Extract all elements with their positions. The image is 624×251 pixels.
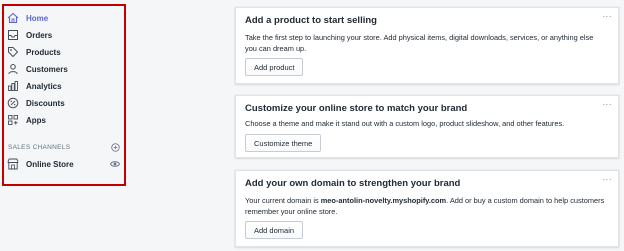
sidebar-item-label: Apps bbox=[26, 115, 46, 125]
card-description: Take the first step to launching your st… bbox=[245, 33, 594, 53]
card-description: Your current domain is meo-antolin-novel… bbox=[245, 195, 605, 217]
add-domain-card: Add your own domain to strengthen your b… bbox=[235, 170, 619, 247]
current-domain: meo-antolin-novelty.myshopify.com bbox=[320, 196, 447, 205]
sidebar-item-discounts[interactable]: Discounts bbox=[6, 95, 122, 111]
customize-store-card: Customize your online store to match you… bbox=[235, 95, 619, 158]
apps-icon bbox=[6, 113, 20, 127]
home-icon bbox=[6, 11, 20, 25]
sales-channels-title: SALES CHANNELS bbox=[8, 144, 71, 151]
sidebar-item-label: Discounts bbox=[26, 98, 65, 108]
orders-icon bbox=[6, 28, 20, 42]
add-product-button[interactable]: Add product bbox=[245, 58, 304, 76]
card-description: Choose a theme and make it stand out wit… bbox=[245, 119, 565, 128]
sidebar-item-orders[interactable]: Orders bbox=[6, 27, 122, 43]
add-product-card: Add a product to start selling ··· Take … bbox=[235, 7, 619, 84]
sidebar-item-online-store[interactable]: Online Store bbox=[6, 156, 122, 172]
discount-icon bbox=[6, 96, 20, 110]
sidebar-item-label: Customers bbox=[26, 64, 68, 74]
sidebar-item-products[interactable]: Products bbox=[6, 44, 122, 60]
more-options-icon[interactable]: ··· bbox=[603, 175, 613, 184]
more-options-icon[interactable]: ··· bbox=[603, 12, 613, 21]
sidebar-item-analytics[interactable]: Analytics bbox=[6, 78, 122, 94]
customize-theme-button[interactable]: Customize theme bbox=[245, 134, 322, 152]
description-prefix: Your current domain is bbox=[245, 196, 321, 205]
sidebar-item-label: Analytics bbox=[26, 81, 62, 91]
sidebar-item-label: Online Store bbox=[26, 159, 74, 169]
store-icon bbox=[6, 157, 20, 171]
sales-channels-header: SALES CHANNELS bbox=[8, 143, 120, 152]
sidebar-nav: Home Orders Products Customers Analytics… bbox=[2, 4, 126, 186]
card-title: Customize your online store to match you… bbox=[245, 103, 468, 114]
sidebar-item-apps[interactable]: Apps bbox=[6, 112, 122, 128]
card-title: Add your own domain to strengthen your b… bbox=[245, 178, 461, 189]
view-store-eye-icon[interactable] bbox=[109, 159, 121, 171]
add-domain-button[interactable]: Add domain bbox=[245, 221, 304, 239]
sidebar-item-home[interactable]: Home bbox=[6, 10, 122, 26]
person-icon bbox=[6, 62, 20, 76]
sidebar-item-label: Products bbox=[26, 47, 61, 57]
sidebar-item-label: Orders bbox=[26, 30, 53, 40]
sidebar-item-label: Home bbox=[26, 13, 49, 23]
card-title: Add a product to start selling bbox=[245, 15, 377, 26]
add-sales-channel-icon[interactable] bbox=[111, 143, 120, 152]
sidebar-item-customers[interactable]: Customers bbox=[6, 61, 122, 77]
bar-chart-icon bbox=[6, 79, 20, 93]
more-options-icon[interactable]: ··· bbox=[603, 100, 613, 109]
tag-icon bbox=[6, 45, 20, 59]
